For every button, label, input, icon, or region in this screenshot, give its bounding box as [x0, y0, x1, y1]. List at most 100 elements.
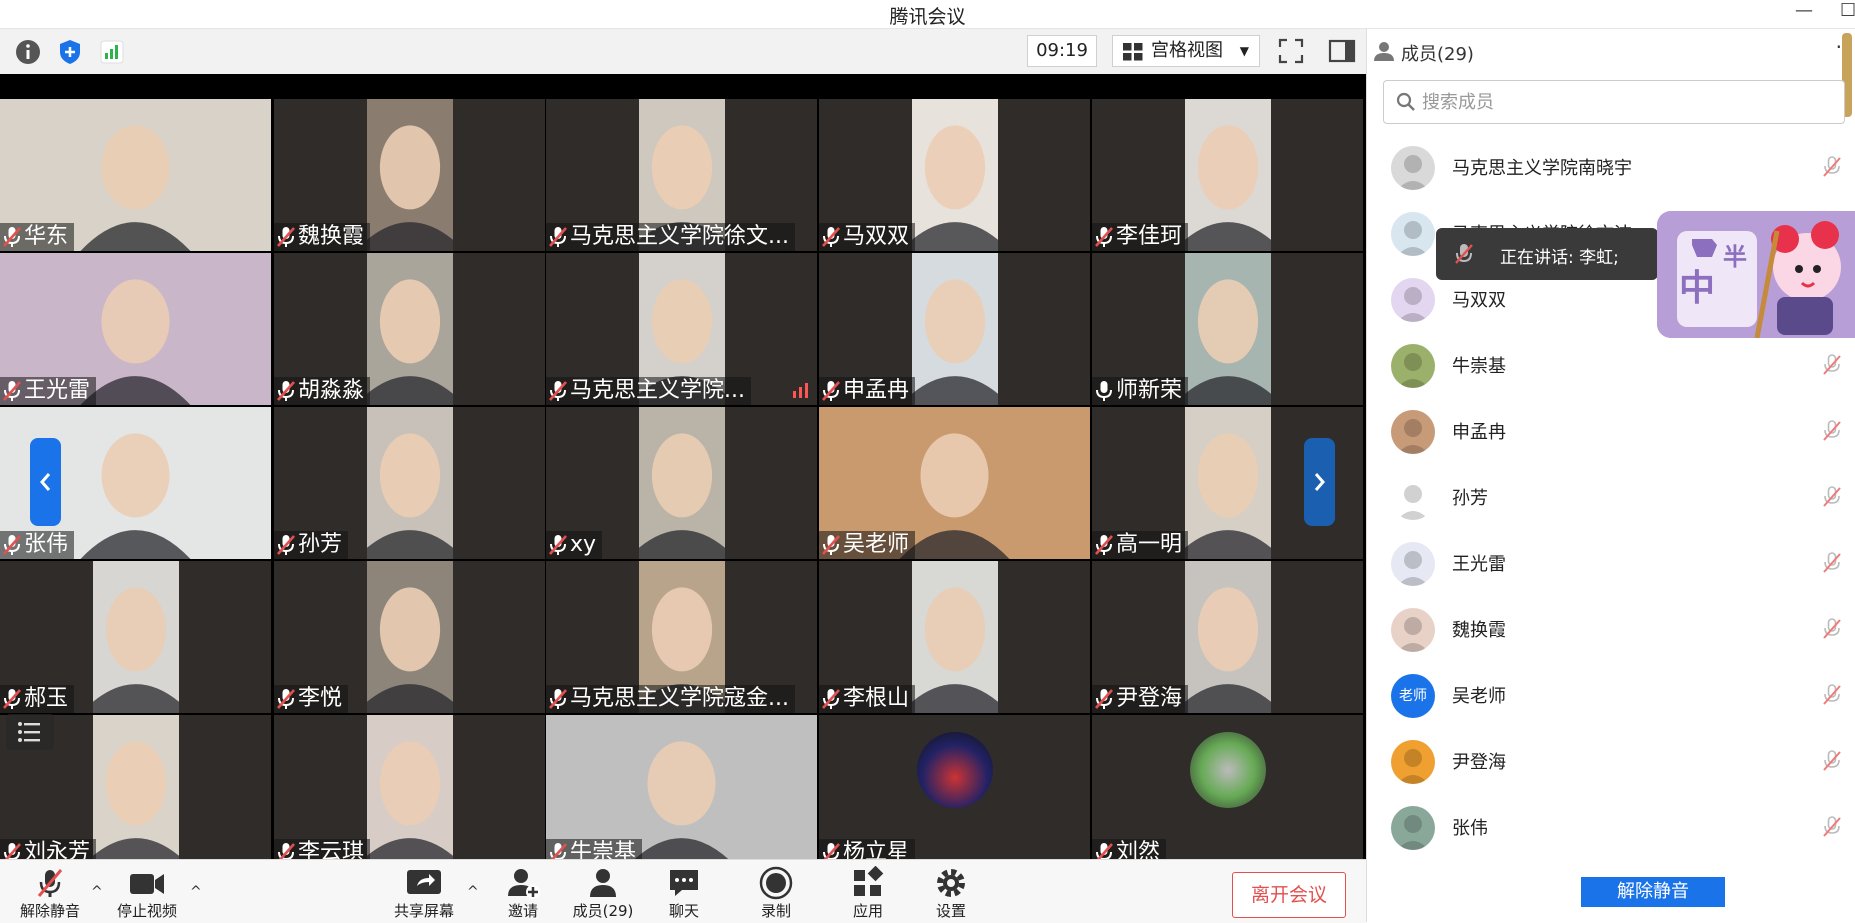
record-icon	[759, 866, 793, 900]
participant-name: 孙芳	[298, 532, 343, 557]
member-search-box[interactable]	[1383, 80, 1845, 124]
record-button[interactable]: 录制	[734, 862, 818, 922]
member-avatar	[1391, 608, 1435, 652]
search-icon	[1396, 92, 1415, 111]
participant-tile[interactable]: 马双双	[819, 99, 1090, 251]
member-list-item[interactable]: 王光雷	[1367, 528, 1855, 594]
member-mic-muted-icon[interactable]	[1822, 552, 1842, 574]
share-options-caret[interactable]: ^	[467, 884, 479, 900]
participant-tile[interactable]: 李佳珂	[1092, 99, 1363, 251]
member-list-item[interactable]: 申孟冉	[1367, 396, 1855, 462]
leave-meeting-button[interactable]: 离开会议	[1232, 872, 1346, 918]
participant-name: 王光雷	[24, 378, 91, 403]
participant-tile[interactable]: 王光雷	[0, 253, 271, 405]
shield-icon[interactable]	[56, 38, 84, 66]
sticker-char-small: 半	[1723, 243, 1747, 271]
participant-name: 马双双	[843, 224, 910, 249]
participant-tile[interactable]: 李根山	[819, 561, 1090, 713]
invite-label: 邀请	[507, 902, 538, 920]
participant-name-tag: 王光雷	[0, 377, 97, 405]
share-screen-label: 共享屏幕	[393, 902, 454, 920]
participant-tile[interactable]: 杨立星	[819, 715, 1090, 867]
invite-button[interactable]: 邀请	[481, 862, 565, 922]
participant-tile[interactable]: 魏换霞	[274, 99, 545, 251]
fullscreen-icon[interactable]	[1274, 34, 1308, 68]
info-icon[interactable]	[14, 38, 42, 66]
member-list-item[interactable]: 张伟	[1367, 792, 1855, 858]
member-list-item[interactable]: 尹登海	[1367, 726, 1855, 792]
participant-tile[interactable]: 马克思主义学院...	[546, 253, 817, 405]
settings-button[interactable]: 设置	[909, 862, 993, 922]
chat-label: 聊天	[668, 902, 699, 920]
participant-name: 吴老师	[843, 532, 910, 557]
member-mic-muted-icon[interactable]	[1822, 816, 1842, 838]
chat-button[interactable]: 聊天	[642, 862, 726, 922]
member-list-item[interactable]: 孙芳	[1367, 462, 1855, 528]
member-list-item[interactable]: 马克思主义学院南晓宇	[1367, 132, 1855, 198]
participant-tile[interactable]: 马克思主义学院寇金...	[546, 561, 817, 713]
participant-video	[355, 407, 465, 559]
member-avatar	[1391, 806, 1435, 850]
signal-icon[interactable]	[98, 38, 126, 66]
participant-tile[interactable]: 郝玉	[0, 561, 271, 713]
member-mic-muted-icon[interactable]	[1822, 420, 1842, 442]
sidebar-toggle-icon[interactable]	[1325, 34, 1359, 68]
maximize-button[interactable]: ☐	[1840, 0, 1855, 21]
participant-tile[interactable]: 师新荣	[1092, 253, 1363, 405]
member-mic-muted-icon[interactable]	[1822, 486, 1842, 508]
view-mode-dropdown[interactable]: 宫格视图 ▼	[1112, 35, 1260, 67]
unmute-button[interactable]: 解除静音	[8, 862, 92, 922]
stop-video-button[interactable]: 停止视频	[105, 862, 189, 922]
participant-name-tag: 孙芳	[274, 531, 349, 559]
participant-name: 申孟冉	[843, 378, 910, 403]
participant-tile[interactable]: 李云琪	[274, 715, 545, 867]
participant-name-tag: 马克思主义学院寇金...	[546, 685, 795, 713]
members-button[interactable]: 成员(29)	[561, 862, 645, 922]
video-grid: 华东 魏换霞 马克思主义学院徐文... 马双双 李佳珂王光雷 胡淼淼 马克思主义学院... 申…	[0, 99, 1366, 867]
participant-tile[interactable]: 马克思主义学院徐文...	[546, 99, 817, 251]
video-options-caret[interactable]: ^	[190, 884, 202, 900]
participant-tile[interactable]: 刘然	[1092, 715, 1363, 867]
member-mic-muted-icon[interactable]	[1822, 750, 1842, 772]
participant-tile[interactable]: 胡淼淼	[274, 253, 545, 405]
participant-name-tag: 高一明	[1092, 531, 1189, 559]
participant-name-tag: 申孟冉	[819, 377, 916, 405]
participant-video	[355, 561, 465, 713]
participant-tile[interactable]: 李悦	[274, 561, 545, 713]
member-avatar	[1391, 476, 1435, 520]
participant-tile[interactable]: 吴老师	[819, 407, 1090, 559]
participant-tile[interactable]: 牛崇基	[546, 715, 817, 867]
member-avatar: 老师	[1391, 674, 1435, 718]
member-search-input[interactable]	[1420, 83, 1824, 121]
members-panel: 成员(29) · 马克思主义学院南晓宇马克思主义学院徐文洁马双双牛崇基申孟冉孙芳…	[1366, 29, 1855, 922]
member-list-item[interactable]: 魏换霞	[1367, 594, 1855, 660]
member-mic-muted-icon[interactable]	[1822, 618, 1842, 640]
member-mic-muted-icon[interactable]	[1822, 684, 1842, 706]
minimize-button[interactable]: —	[1795, 0, 1813, 21]
unmute-options-caret[interactable]: ^	[91, 884, 103, 900]
member-list-item[interactable]: 老师 吴老师	[1367, 660, 1855, 726]
participant-name-tag: 郝玉	[0, 685, 75, 713]
member-list-item[interactable]: 牛崇基	[1367, 330, 1855, 396]
page-left-arrow[interactable]	[30, 438, 61, 526]
member-mic-muted-icon[interactable]	[1822, 156, 1842, 178]
list-toggle-icon[interactable]	[6, 714, 54, 750]
participant-tile[interactable]: 尹登海	[1092, 561, 1363, 713]
member-avatar	[1391, 146, 1435, 190]
member-name: 申孟冉	[1452, 422, 1506, 443]
member-mic-muted-icon[interactable]	[1822, 354, 1842, 376]
member-avatar	[1391, 212, 1435, 256]
participant-name: 马克思主义学院寇金...	[570, 686, 789, 711]
participant-tile[interactable]: 申孟冉	[819, 253, 1090, 405]
member-name: 吴老师	[1452, 686, 1506, 707]
participant-name-tag: 马克思主义学院徐文...	[546, 223, 795, 251]
apps-button[interactable]: 应用	[826, 862, 910, 922]
participant-tile[interactable]: 孙芳	[274, 407, 545, 559]
invite-icon	[508, 869, 540, 899]
share-screen-button[interactable]: 共享屏幕	[382, 862, 466, 922]
page-right-arrow[interactable]	[1304, 438, 1335, 526]
participant-tile[interactable]: xy	[546, 407, 817, 559]
participant-tile[interactable]: 华东	[0, 99, 271, 251]
participant-video	[1173, 99, 1283, 251]
unmute-all-button[interactable]: 解除静音	[1581, 877, 1725, 907]
